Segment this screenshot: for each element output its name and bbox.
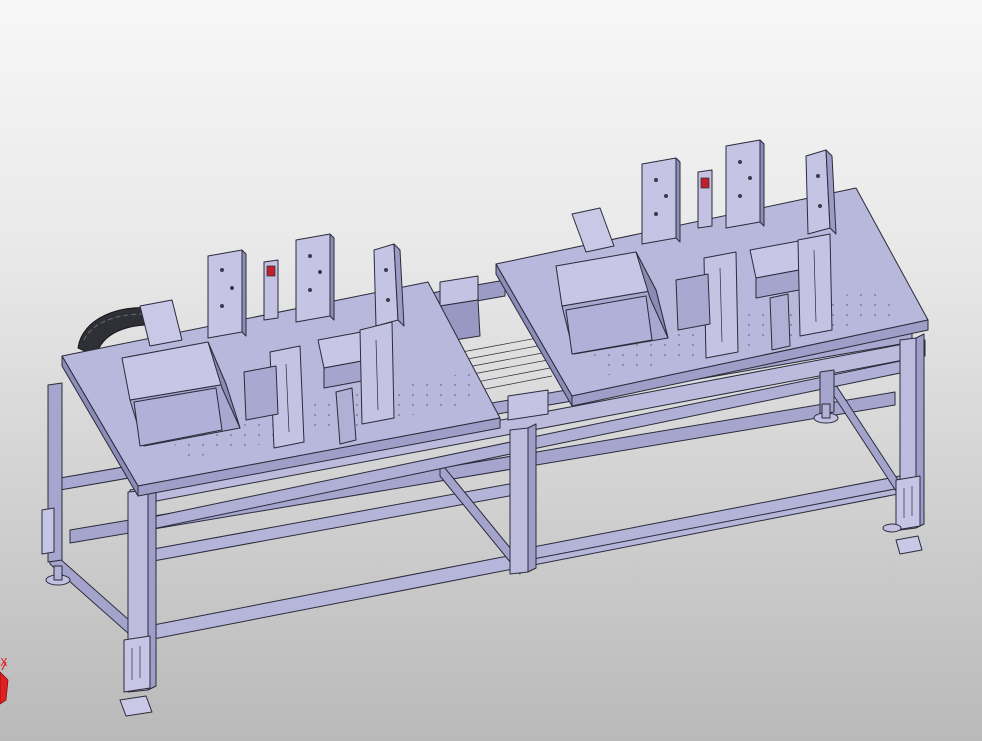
right-clamp-bracket-3[interactable] [805,149,837,235]
left-clamp-bracket-2[interactable] [295,233,335,323]
right-small-tab[interactable] [571,207,615,253]
cad-viewport[interactable]: X [0,0,982,741]
triad-x-label: X [0,656,8,669]
left-clamp-bracket-3[interactable] [373,243,405,327]
left-sensor-post[interactable] [263,259,279,321]
right-clamp-bracket-2[interactable] [725,139,765,229]
coordinate-triad[interactable]: X [0,656,9,705]
right-sensor-post[interactable] [697,169,713,229]
left-clamp-bracket-1[interactable] [207,249,247,339]
right-clamp-bracket-1[interactable] [641,157,681,245]
